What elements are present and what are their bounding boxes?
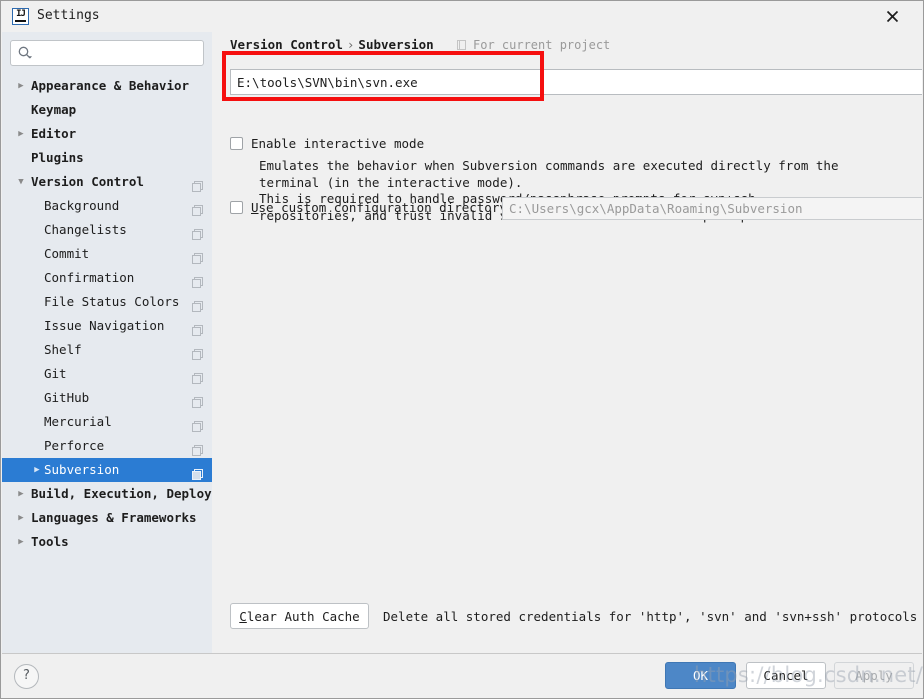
- project-scope-icon: [192, 272, 203, 288]
- project-scope-icon: [192, 416, 203, 432]
- project-scope-icon: [192, 464, 203, 480]
- settings-tree: ▶ Appearance & Behavior Keymap ▶ Editor Plugi…: [2, 74, 212, 554]
- use-custom-config-mnemonic: U: [251, 200, 259, 215]
- apply-button: Apply: [834, 662, 914, 689]
- project-scope-icon: [192, 368, 203, 384]
- help-icon[interactable]: ?: [14, 664, 39, 689]
- sidebar-item-tools[interactable]: ▶ Tools: [2, 530, 212, 554]
- sidebar-item-label: Appearance & Behavior: [31, 78, 190, 93]
- svn-executable-path-input[interactable]: [230, 69, 922, 95]
- scope-note-label: For current project: [473, 38, 611, 52]
- custom-config-directory-input[interactable]: [502, 197, 922, 220]
- project-scope-icon: [192, 344, 203, 360]
- breadcrumb: Version Control › Subversion: [230, 37, 434, 52]
- sidebar-item-build-execution-deployment[interactable]: ▶ Build, Execution, Deployment: [2, 482, 212, 506]
- clear-auth-cache-mnemonic: C: [239, 608, 247, 624]
- sidebar-item-issue-navigation[interactable]: Issue Navigation: [2, 314, 212, 338]
- project-scope-icon: [192, 176, 203, 192]
- sidebar-item-commit[interactable]: Commit: [2, 242, 212, 266]
- enable-interactive-mode-checkbox[interactable]: [230, 137, 243, 150]
- sidebar-item-version-control[interactable]: ▼ Version Control: [2, 170, 212, 194]
- cancel-button[interactable]: Cancel: [746, 662, 826, 689]
- chevron-right-icon[interactable]: ▶: [15, 482, 27, 506]
- project-scope-icon: [192, 296, 203, 312]
- use-custom-config-label-text: se custom configuration directory:: [258, 200, 515, 215]
- sidebar-item-keymap[interactable]: Keymap: [2, 98, 212, 122]
- dialog-footer: ? OK Cancel Apply: [2, 653, 922, 698]
- sidebar-item-label: Perforce: [44, 438, 105, 453]
- breadcrumb-leaf: Subversion: [358, 37, 434, 52]
- chevron-right-icon[interactable]: ▶: [31, 458, 43, 482]
- settings-content-panel: Version Control › Subversion For current p…: [212, 32, 922, 653]
- sidebar-item-label: Tools: [31, 534, 69, 549]
- use-custom-config-checkbox[interactable]: [230, 201, 243, 214]
- sidebar-item-mercurial[interactable]: Mercurial: [2, 410, 212, 434]
- sidebar-item-label: File Status Colors: [44, 294, 180, 309]
- sidebar-item-label: Commit: [44, 246, 90, 261]
- sidebar-item-git[interactable]: Git: [2, 362, 212, 386]
- chevron-right-icon[interactable]: ▶: [15, 122, 27, 146]
- chevron-right-icon[interactable]: ▶: [15, 74, 27, 98]
- breadcrumb-separator: ›: [346, 37, 355, 52]
- title-bar: IJ Settings: [1, 1, 923, 32]
- breadcrumb-root[interactable]: Version Control: [230, 37, 343, 52]
- sidebar-item-label: Keymap: [31, 102, 77, 117]
- window-title: Settings: [37, 8, 100, 23]
- search-input[interactable]: [10, 40, 204, 66]
- project-scope-icon: [192, 248, 203, 264]
- sidebar-item-label: Changelists: [44, 222, 127, 237]
- sidebar-item-confirmation[interactable]: Confirmation: [2, 266, 212, 290]
- search-box[interactable]: [10, 40, 204, 66]
- close-icon[interactable]: [869, 1, 915, 32]
- clear-auth-cache-description: Delete all stored credentials for 'http'…: [383, 609, 918, 624]
- settings-dialog: IJ Settings ▶ Appearance & Behavior Keymap…: [0, 0, 924, 699]
- sidebar-item-label: Build, Execution, Deployment: [31, 486, 212, 501]
- sidebar-item-label: Plugins: [31, 150, 84, 165]
- sidebar-item-label: Git: [44, 366, 67, 381]
- chevron-right-icon[interactable]: ▶: [15, 530, 27, 554]
- ok-button[interactable]: OK: [665, 662, 736, 689]
- settings-sidebar: ▶ Appearance & Behavior Keymap ▶ Editor Plugi…: [2, 32, 212, 653]
- project-scope-icon: [192, 200, 203, 216]
- sidebar-item-background[interactable]: Background: [2, 194, 212, 218]
- sidebar-item-languages-frameworks[interactable]: ▶ Languages & Frameworks: [2, 506, 212, 530]
- project-scope-icon: [192, 440, 203, 456]
- sidebar-item-label: Background: [44, 198, 120, 213]
- sidebar-item-editor[interactable]: ▶ Editor: [2, 122, 212, 146]
- sidebar-item-label: Editor: [31, 126, 77, 141]
- sidebar-item-label: Issue Navigation: [44, 318, 165, 333]
- sidebar-item-appearance-behavior[interactable]: ▶ Appearance & Behavior: [2, 74, 212, 98]
- project-scope-icon: [192, 224, 203, 240]
- sidebar-item-plugins[interactable]: Plugins: [2, 146, 212, 170]
- sidebar-item-github[interactable]: GitHub: [2, 386, 212, 410]
- intellij-idea-icon: IJ: [12, 8, 29, 25]
- chevron-right-icon[interactable]: ▶: [15, 506, 27, 530]
- sidebar-item-perforce[interactable]: Perforce: [2, 434, 212, 458]
- sidebar-item-label: Confirmation: [44, 270, 135, 285]
- sidebar-item-label: Mercurial: [44, 414, 112, 429]
- sidebar-item-label: Subversion: [44, 462, 120, 477]
- sidebar-item-subversion[interactable]: ▶ Subversion: [2, 458, 212, 482]
- sidebar-item-label: Shelf: [44, 342, 82, 357]
- enable-interactive-mode-label: Enable interactive mode: [251, 136, 425, 151]
- project-scope-icon: [192, 320, 203, 336]
- sidebar-item-label: Version Control: [31, 174, 144, 189]
- clear-auth-cache-label: lear Auth Cache: [246, 608, 360, 624]
- sidebar-item-label: GitHub: [44, 390, 90, 405]
- use-custom-config-label: Use custom configuration directory:: [251, 200, 514, 215]
- chevron-down-icon[interactable]: ▼: [15, 170, 27, 194]
- sidebar-item-label: Languages & Frameworks: [31, 510, 197, 525]
- project-scope-icon: [457, 40, 468, 51]
- clear-auth-cache-button[interactable]: Clear Auth Cache: [230, 603, 369, 629]
- sidebar-item-file-status-colors[interactable]: File Status Colors: [2, 290, 212, 314]
- sidebar-item-shelf[interactable]: Shelf: [2, 338, 212, 362]
- sidebar-item-changelists[interactable]: Changelists: [2, 218, 212, 242]
- project-scope-icon: [192, 392, 203, 408]
